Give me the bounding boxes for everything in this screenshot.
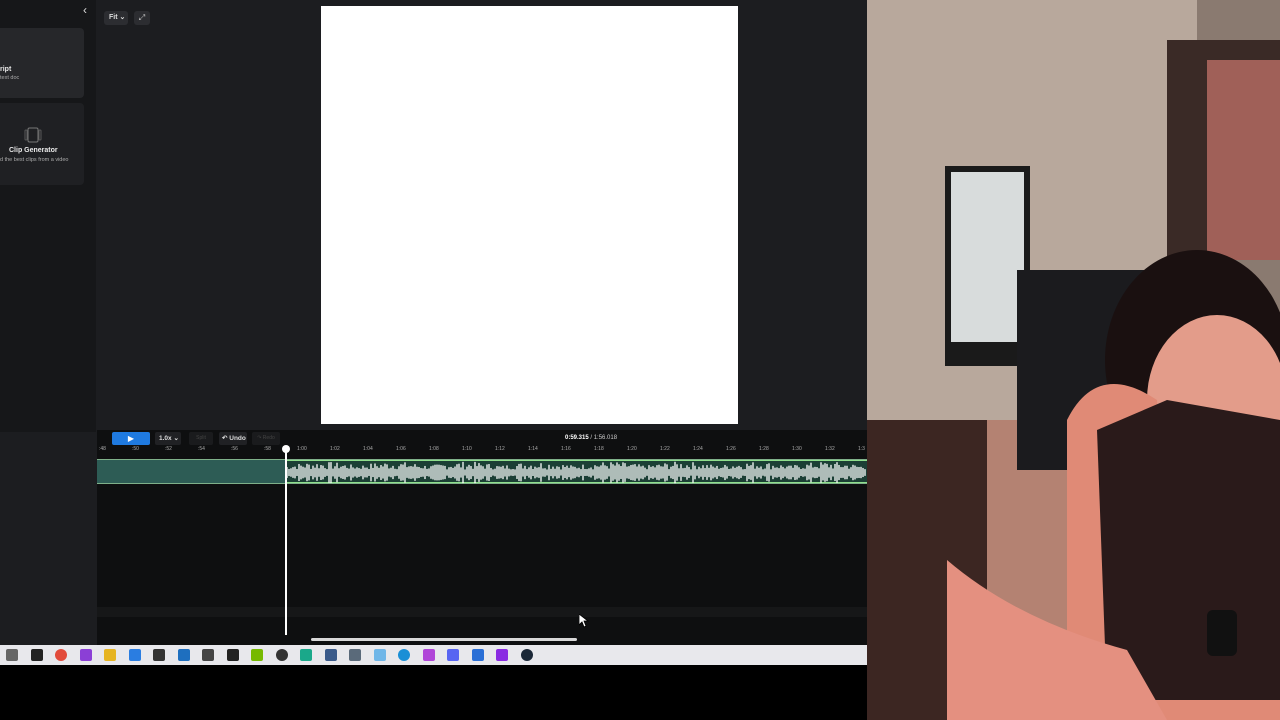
card-title: Clip Generator [9,147,58,154]
ruler-tick-label: 1:04 [363,446,373,452]
app-icon[interactable] [349,649,361,661]
aspect-ratio-icon[interactable]: ⤢ [134,11,150,25]
split-label: Split [196,435,206,441]
mouse-cursor-icon [579,614,589,628]
nvidia-icon[interactable] [251,649,263,661]
obs-icon[interactable] [275,649,288,661]
app-icon[interactable] [324,649,337,661]
windows-taskbar [0,645,867,665]
file-explorer-icon[interactable] [104,649,116,661]
app-icon[interactable] [471,649,484,661]
fit-dropdown[interactable]: Fit ⌄ [104,11,128,25]
ruler-tick-label: 1:24 [693,446,703,452]
app-icon[interactable] [373,649,386,661]
ruler-tick-label: :50 [132,446,139,452]
speed-dropdown[interactable]: 1.0x ⌄ [155,432,181,445]
ruler-tick-label: 1:14 [528,446,538,452]
playhead[interactable] [282,445,290,635]
play-icon: ▶ [127,434,135,443]
ruler-tick-label: :56 [231,446,238,452]
alienware-icon[interactable] [30,649,43,661]
ruler-tick-label: :52 [165,446,172,452]
script-card[interactable]: ript text doc [0,28,84,98]
audio-track[interactable] [97,459,867,484]
clip-generator-icon [24,127,42,143]
ruler-tick-label: 1:00 [297,446,307,452]
app-icon[interactable] [177,649,190,661]
ruler-tick-label: 1:22 [660,446,670,452]
timeline-panel: ▶ 1.0x ⌄ Split ↶ Undo ↷ Redo 0:59.315 / … [97,430,867,645]
chevron-down-icon: ⌄ [119,14,126,21]
ruler-tick-label: 1:32 [825,446,835,452]
app-icon[interactable] [422,649,435,661]
split-button[interactable]: Split [189,432,213,445]
tools-sidebar: ript text doc Clip Generator d the best … [0,0,96,432]
ruler-tick-label: 1:20 [627,446,637,452]
ruler-tick-label: 1:3 [858,446,865,452]
webcam-overlay [867,0,1280,720]
fit-label: Fit [109,14,118,21]
ruler-tick-label: 1:12 [495,446,505,452]
terminal-icon[interactable] [226,649,239,661]
active-app-icon[interactable] [300,649,312,661]
ruler-tick-label: 1:28 [759,446,769,452]
card-subtitle: d the best clips from a video [0,157,69,163]
discord-icon[interactable] [447,649,459,661]
time-ruler[interactable]: :48 :50 :52 :54 :56 :58 1:00 1:02 1:04 1:06 1:08 1:… [97,446,867,458]
ruler-tick-label: :48 [99,446,106,452]
horizontal-scroll-track[interactable] [97,607,867,617]
video-editor: ript text doc Clip Generator d the best … [0,0,867,645]
steam-icon[interactable] [520,649,533,661]
time-readout: 0:59.315 / 1:56.018 [565,435,617,441]
ruler-tick-label: 1:08 [429,446,439,452]
video-canvas[interactable] [321,6,738,424]
clip-generator-card[interactable]: Clip Generator d the best clips from a v… [0,103,84,185]
current-time: 0:59.315 [565,435,589,441]
alien-icon[interactable] [202,649,214,661]
card-title: ript [0,66,12,73]
ruler-tick-label: :54 [198,446,205,452]
chevron-left-icon[interactable]: ‹ [83,4,95,16]
card-subtitle: text doc [0,75,20,81]
app-icon[interactable] [496,649,508,661]
screen: ript text doc Clip Generator d the best … [0,0,1280,720]
redo-button[interactable]: ↷ Redo [252,432,280,445]
task-view-icon[interactable] [6,649,18,661]
ruler-tick-label: 1:10 [462,446,472,452]
redo-label: ↷ Redo [257,435,275,441]
horizontal-scrollbar-thumb[interactable] [311,638,577,641]
total-time: / 1:56.018 [590,435,618,441]
timeline-controls: ▶ 1.0x ⌄ Split ↶ Undo ↷ Redo 0:59.315 / … [97,430,867,446]
ruler-tick-label: 1:16 [561,446,571,452]
ruler-tick-label: 1:02 [330,446,340,452]
ruler-tick-label: 1:30 [792,446,802,452]
ruler-tick-label: :58 [264,446,271,452]
app-icon[interactable] [79,649,92,661]
ruler-tick-label: 1:18 [594,446,604,452]
ruler-tick-label: 1:06 [396,446,406,452]
store-icon[interactable] [128,649,141,661]
audio-clip[interactable] [285,460,867,484]
edge-icon[interactable] [398,649,410,661]
app-icon[interactable] [153,649,165,661]
undo-label: ↶ Undo [222,435,246,442]
chrome-icon[interactable] [55,649,67,661]
chevron-down-icon: ⌄ [173,435,179,442]
play-button[interactable]: ▶ [112,432,150,445]
undo-button[interactable]: ↶ Undo [219,432,247,445]
playhead-handle[interactable] [282,445,290,453]
waveform [285,461,866,484]
ruler-tick-label: 1:26 [726,446,736,452]
speed-label: 1.0x [159,435,172,442]
